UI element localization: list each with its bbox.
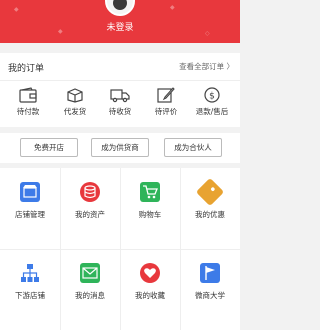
store-icon	[20, 182, 40, 202]
mail-icon	[80, 263, 100, 283]
grid-item-my-messages[interactable]: 我的消息	[60, 249, 120, 330]
order-item-label: 待付款	[16, 107, 40, 116]
actions-section: 免费开店 成为供货商 成为合伙人	[0, 133, 240, 163]
order-item-label: 退款/售后	[195, 107, 229, 116]
grid-item-wechat-university[interactable]: 微商大学	[180, 249, 240, 330]
order-refund[interactable]: $ 退款/售后	[188, 87, 236, 125]
orders-title: 我的订单	[8, 64, 45, 74]
hierarchy-icon	[20, 263, 40, 283]
grid-item-label: 微商大学	[195, 291, 225, 300]
grid-item-label: 店铺管理	[15, 210, 45, 219]
grid-item-store-management[interactable]: 店铺管理	[0, 168, 60, 249]
grid-item-my-favorites[interactable]: 我的收藏	[120, 249, 180, 330]
feature-grid: 店铺管理 我的资产 购物车 我的优惠 下游店铺 我的消息 我的收藏 微商大学	[0, 168, 240, 330]
grid-item-label: 我的优惠	[195, 210, 225, 219]
orders-section: 我的订单 查看全部订单 〉 待付款 代发货 待收货 待评价 $ 退款/售后	[0, 53, 240, 127]
login-status[interactable]: 未登录	[0, 20, 240, 33]
avatar[interactable]	[105, 0, 135, 16]
cart-icon	[140, 182, 160, 202]
decor-diamond-icon: ◆	[170, 4, 175, 11]
heart-icon	[140, 263, 160, 283]
order-to-review[interactable]: 待评价	[142, 87, 190, 125]
grid-item-label: 购物车	[138, 210, 162, 219]
grid-item-my-assets[interactable]: 我的资产	[60, 168, 120, 249]
divider	[0, 80, 240, 81]
order-item-label: 待评价	[154, 107, 178, 116]
wallet-icon	[19, 87, 37, 103]
coins-icon	[80, 182, 100, 202]
order-to-receive[interactable]: 待收货	[96, 87, 144, 125]
tag-icon	[195, 177, 225, 207]
order-pending-payment[interactable]: 待付款	[4, 87, 52, 125]
grid-item-label: 我的收藏	[135, 291, 165, 300]
order-to-ship[interactable]: 代发货	[51, 87, 99, 125]
refund-icon: $	[204, 87, 220, 103]
open-shop-button[interactable]: 免费开店	[20, 138, 78, 157]
truck-icon	[110, 89, 130, 103]
decor-diamond-icon: ◆	[14, 6, 19, 13]
edit-icon	[157, 87, 175, 103]
flag-icon	[200, 263, 220, 283]
profile-header: ◆ ◆ ◆ ◇ 未登录	[0, 0, 240, 43]
grid-item-label: 下游店铺	[15, 291, 45, 300]
become-supplier-button[interactable]: 成为供货商	[91, 138, 149, 157]
order-item-label: 待收货	[108, 107, 132, 116]
box-icon	[67, 88, 83, 103]
grid-item-cart[interactable]: 购物车	[120, 168, 180, 249]
order-item-label: 代发货	[63, 107, 87, 116]
grid-item-downstream-stores[interactable]: 下游店铺	[0, 249, 60, 330]
svg-text:$: $	[209, 92, 215, 102]
grid-item-my-coupons[interactable]: 我的优惠	[180, 168, 240, 249]
grid-item-label: 我的消息	[75, 291, 105, 300]
become-partner-button[interactable]: 成为合伙人	[164, 138, 222, 157]
grid-item-label: 我的资产	[75, 210, 105, 219]
avatar-face	[113, 0, 127, 10]
view-all-orders-link[interactable]: 查看全部订单 〉	[179, 61, 234, 72]
